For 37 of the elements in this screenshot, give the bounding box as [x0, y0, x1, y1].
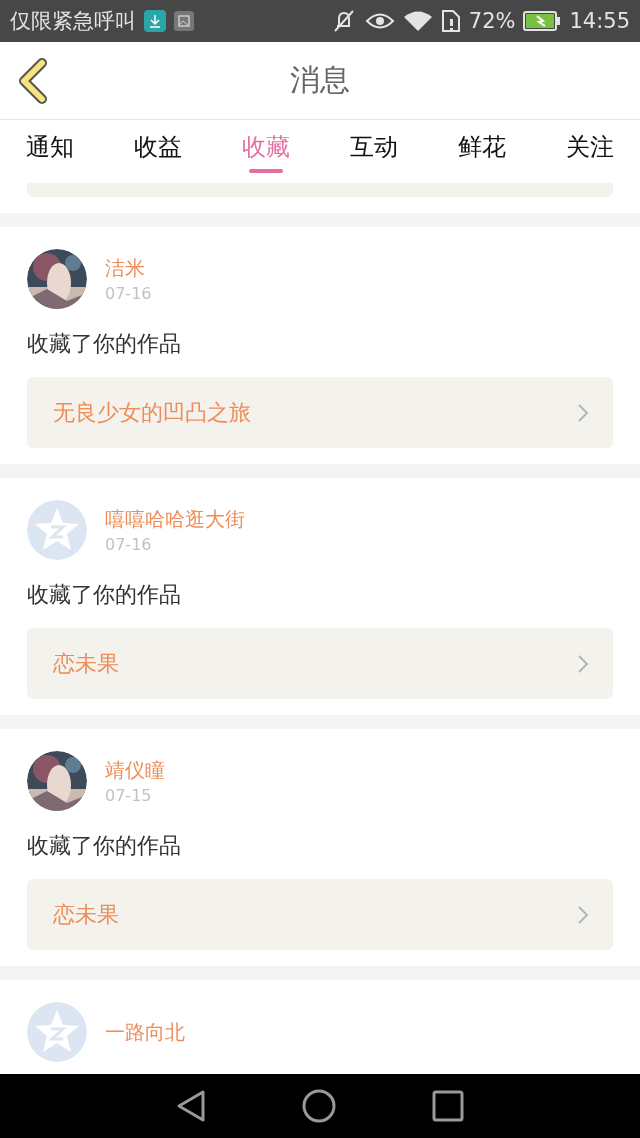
message-text: 收藏了你的作品 [27, 581, 182, 609]
page-title: 消息 [290, 61, 350, 99]
work-link[interactable]: 无良少女的凹凸之旅 [27, 377, 613, 448]
tab[interactable]: 鲜花 [456, 120, 508, 183]
wifi-icon [402, 10, 433, 32]
image-icon [174, 11, 194, 31]
tab[interactable]: 收益 [132, 120, 184, 183]
home-icon[interactable] [302, 1089, 336, 1123]
back-button[interactable] [16, 58, 50, 104]
user-name[interactable]: 嘻嘻哈哈逛大街 [105, 506, 245, 533]
default-avatar-icon [27, 500, 87, 560]
tab[interactable]: 互动 [348, 120, 400, 183]
message-text: 收藏了你的作品 [27, 832, 182, 860]
work-link[interactable]: 恋未果 [27, 879, 613, 950]
status-text: 仅限紧急呼叫 [10, 8, 136, 35]
clock: 14:55 [569, 9, 630, 33]
chevron-right-icon [577, 402, 589, 423]
chevron-right-icon [577, 904, 589, 925]
message-date: 07-16 [105, 535, 153, 554]
back-icon[interactable] [176, 1089, 206, 1123]
battery-percent: 72% [468, 9, 516, 33]
message-date: 07-15 [105, 786, 153, 805]
user-name[interactable]: 靖仪瞳 [105, 757, 165, 784]
work-link[interactable]: 恋未果 [27, 628, 613, 699]
user-name[interactable]: 一路向北 [105, 1018, 185, 1046]
default-avatar-icon [27, 1002, 87, 1062]
chevron-right-icon [577, 653, 589, 674]
recent-apps-icon[interactable] [432, 1090, 464, 1122]
tab[interactable]: 关注 [564, 120, 616, 183]
user-name[interactable]: 洁米 [105, 255, 152, 282]
message-text: 收藏了你的作品 [27, 330, 182, 358]
battery-icon [523, 11, 562, 31]
tab[interactable]: 收藏 [240, 120, 292, 183]
tab[interactable]: 通知 [24, 120, 76, 183]
message-date: 07-16 [105, 284, 152, 303]
sim-card-icon [440, 9, 461, 33]
download-icon [144, 10, 166, 32]
